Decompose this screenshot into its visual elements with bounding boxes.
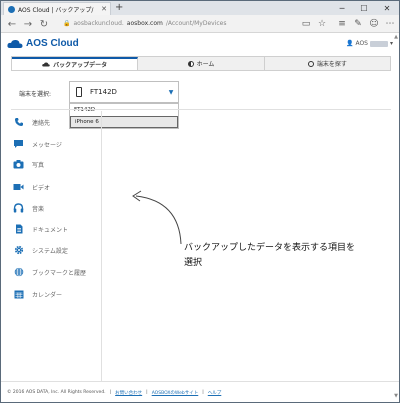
phone-icon bbox=[13, 117, 24, 128]
sidebar-item-label: カレンダー bbox=[32, 291, 63, 299]
annotation-arrow bbox=[132, 190, 182, 245]
user-icon: 👤 bbox=[345, 40, 354, 47]
annotation-line: バックアップしたデータを表示する項目を bbox=[184, 243, 356, 253]
sidebar-item-videos[interactable]: ビデオ bbox=[13, 178, 50, 196]
user-label: AOS bbox=[355, 40, 368, 47]
sidebar-item-label: 音楽 bbox=[32, 205, 45, 213]
minimize-button[interactable]: ─ bbox=[331, 1, 353, 15]
tab-bar: AOS Cloud | バックアップ/ ✕ + ─ ☐ ✕ bbox=[1, 1, 399, 15]
favicon-icon bbox=[8, 5, 15, 13]
note-icon[interactable]: ✎ bbox=[351, 17, 365, 31]
footer: © 2016 AOS DATA, Inc. All Rights Reserve… bbox=[1, 381, 399, 403]
close-window-button[interactable]: ✕ bbox=[376, 1, 398, 15]
annotation-line: 選択 bbox=[184, 258, 203, 268]
tab-title: AOS Cloud | バックアップ/ bbox=[18, 6, 94, 14]
chevron-down-icon: ▼ bbox=[168, 88, 174, 96]
sidebar-item-documents[interactable]: ドキュメント bbox=[13, 220, 68, 238]
phone-device-icon bbox=[76, 87, 82, 97]
reading-view-icon[interactable]: ▭ bbox=[299, 17, 313, 31]
sidebar-item-label: メッセージ bbox=[32, 141, 62, 149]
user-name-redacted bbox=[369, 40, 388, 47]
forward-icon[interactable]: → bbox=[21, 17, 35, 31]
cloud-logo-icon bbox=[7, 39, 23, 48]
chevron-down-icon: ▾ bbox=[389, 40, 393, 47]
sidebar: 連絡先 メッセージ 写真 ビデオ 音楽 ドキュメント システム設定 ブックマーク… bbox=[1, 111, 102, 381]
sidebar-item-label: ドキュメント bbox=[32, 226, 69, 234]
cloud-icon bbox=[42, 62, 50, 67]
home-icon bbox=[187, 60, 194, 67]
sidebar-item-label: 連絡先 bbox=[32, 119, 51, 127]
hub-icon[interactable]: ≡ bbox=[335, 17, 349, 31]
sidebar-item-photos[interactable]: 写真 bbox=[13, 155, 44, 173]
sidebar-item-bookmarks[interactable]: ブックマークと履歴 bbox=[13, 263, 86, 281]
sidebar-item-label: ブックマークと履歴 bbox=[32, 269, 87, 277]
user-menu[interactable]: 👤 AOS ▾ bbox=[346, 40, 393, 47]
globe-icon bbox=[13, 267, 24, 278]
logo-text: AOS Cloud bbox=[26, 38, 79, 49]
more-icon[interactable]: ⋯ bbox=[383, 17, 397, 31]
back-icon[interactable]: ← bbox=[5, 17, 19, 31]
sidebar-item-contacts[interactable]: 連絡先 bbox=[13, 113, 50, 131]
new-tab-button[interactable]: + bbox=[115, 2, 123, 14]
contact-link[interactable]: お問い合わせ bbox=[115, 390, 142, 396]
sidebar-item-label: システム設定 bbox=[32, 247, 68, 255]
tab-find-device[interactable]: 端末を探す bbox=[264, 57, 390, 70]
document-icon bbox=[13, 224, 24, 235]
separator: | bbox=[109, 390, 112, 395]
video-icon bbox=[13, 182, 24, 193]
gear-icon bbox=[13, 245, 24, 256]
share-icon[interactable]: ☺ bbox=[367, 17, 381, 31]
tab-backup-data[interactable]: バックアップデータ bbox=[12, 57, 139, 70]
tab-home[interactable]: ホーム bbox=[138, 57, 265, 70]
scroll-up-icon[interactable]: ▲ bbox=[394, 34, 398, 40]
scroll-down-icon[interactable]: ▼ bbox=[394, 393, 398, 399]
page-header: AOS Cloud 👤 AOS ▾ bbox=[1, 34, 399, 54]
sidebar-item-label: 写真 bbox=[32, 161, 45, 169]
website-link[interactable]: AOSBOXのWebサイト bbox=[152, 390, 199, 396]
headphones-icon bbox=[13, 203, 24, 214]
url-field[interactable]: 🔒 aosbackuncloud. aosbox.com/Account/MyDe… bbox=[63, 18, 293, 30]
calendar-icon bbox=[13, 289, 24, 300]
logo[interactable]: AOS Cloud bbox=[7, 38, 79, 49]
address-bar: ← → ↻ 🔒 aosbackuncloud. aosbox.com/Accoun… bbox=[1, 15, 399, 33]
url-host: aosbox.com bbox=[126, 20, 163, 27]
url-path: /Account/MyDevices bbox=[165, 20, 227, 27]
annotation-text: バックアップしたデータを表示する項目を 選択 bbox=[184, 241, 374, 271]
divider bbox=[11, 109, 391, 110]
compass-icon bbox=[307, 60, 314, 67]
lock-icon: 🔒 bbox=[63, 20, 71, 27]
refresh-icon[interactable]: ↻ bbox=[37, 17, 51, 31]
device-select-value: FT142D bbox=[90, 88, 117, 96]
main-nav: バックアップデータ ホーム 端末を探す bbox=[11, 56, 391, 71]
maximize-button[interactable]: ☐ bbox=[353, 1, 375, 15]
favorite-star-icon[interactable]: ☆ bbox=[315, 17, 329, 31]
separator: | bbox=[146, 390, 148, 395]
browser-tab[interactable]: AOS Cloud | バックアップ/ ✕ bbox=[3, 2, 111, 15]
browser-window: AOS Cloud | バックアップ/ ✕ + ─ ☐ ✕ ← → ↻ 🔒 ao… bbox=[0, 0, 400, 403]
camera-icon bbox=[13, 159, 24, 170]
tab-label: ホーム bbox=[196, 61, 215, 68]
copyright: © 2016 AOS DATA, Inc. All Rights Reserve… bbox=[7, 390, 106, 395]
sidebar-item-calendar[interactable]: カレンダー bbox=[13, 285, 62, 303]
sidebar-item-system-settings[interactable]: システム設定 bbox=[13, 241, 68, 259]
message-icon bbox=[13, 139, 24, 150]
tab-label: 端末を探す bbox=[316, 61, 347, 68]
sidebar-item-music[interactable]: 音楽 bbox=[13, 199, 44, 217]
url-prefix: aosbackuncloud. bbox=[73, 20, 124, 27]
separator: | bbox=[202, 390, 204, 395]
tab-label: バックアップデータ bbox=[53, 62, 108, 69]
device-select[interactable]: FT142D ▼ bbox=[69, 81, 179, 103]
sidebar-item-label: ビデオ bbox=[32, 184, 51, 192]
help-link[interactable]: ヘルプ bbox=[208, 390, 222, 396]
sidebar-item-messages[interactable]: メッセージ bbox=[13, 135, 62, 153]
tab-close-icon[interactable]: ✕ bbox=[101, 5, 110, 13]
device-select-label: 端末を選択: bbox=[19, 91, 52, 98]
